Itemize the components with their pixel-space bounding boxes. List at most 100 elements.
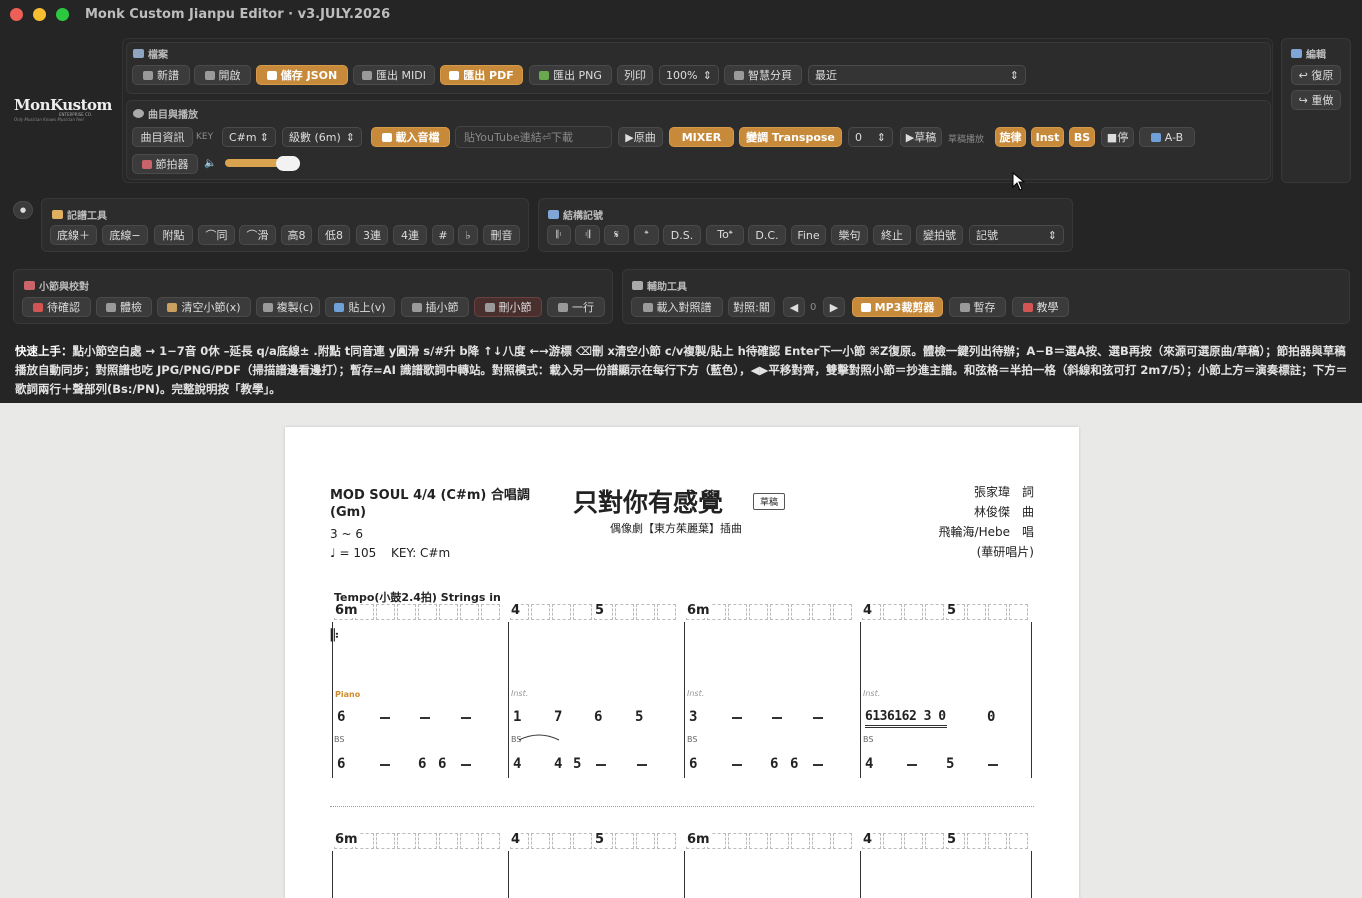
shift-right-button[interactable]: ▶ — [823, 297, 845, 317]
chord-cell[interactable] — [439, 604, 458, 620]
flat-button[interactable]: ♭ — [458, 225, 478, 245]
quadruplet-button[interactable]: 4連 — [393, 225, 427, 245]
stop-button[interactable]: ■停 — [1101, 127, 1134, 147]
chord-cell[interactable] — [967, 604, 986, 620]
shift-left-button[interactable]: ◀ — [783, 297, 805, 317]
play-original-button[interactable]: ▶原曲 — [618, 127, 663, 147]
grade-select[interactable]: 級數 (6m) ⇕ — [282, 127, 362, 147]
note[interactable]: 5 — [946, 756, 954, 772]
chord-cell[interactable] — [531, 604, 550, 620]
one-line-button[interactable]: 一行 — [547, 297, 605, 317]
recent-select[interactable]: 最近 ⇕ — [808, 65, 1026, 85]
health-check-button[interactable]: 體檢 — [96, 297, 152, 317]
export-midi-button[interactable]: 匯出 MIDI — [353, 65, 435, 85]
play-draft-button[interactable]: ▶草稿 — [900, 127, 942, 147]
chord-cell[interactable] — [460, 604, 479, 620]
underline-add-button[interactable]: 底線＋ — [50, 225, 97, 245]
chord-cell[interactable] — [657, 833, 676, 849]
export-png-button[interactable]: 匯出 PNG — [529, 65, 612, 85]
repeat-end-button[interactable]: 𝄇 — [575, 225, 600, 245]
time-signature-button[interactable]: 變拍號 — [916, 225, 963, 245]
volume-slider-thumb[interactable] — [276, 156, 300, 171]
chord-cell[interactable] — [904, 833, 923, 849]
bs-toggle[interactable]: BS — [1069, 127, 1095, 147]
smart-page-button[interactable]: 智慧分頁 — [724, 65, 802, 85]
melody-toggle[interactable]: 旋律 — [995, 127, 1026, 147]
chord-cell[interactable] — [791, 833, 810, 849]
new-button[interactable]: 新譜 — [132, 65, 190, 85]
minimize-window-button[interactable] — [33, 8, 46, 21]
chord-cell[interactable] — [439, 833, 458, 849]
paste-button[interactable]: 貼上(v) — [325, 297, 395, 317]
note[interactable]: 4 — [865, 756, 873, 772]
note[interactable]: 6 — [594, 709, 602, 725]
chord-cell[interactable] — [812, 833, 831, 849]
chord-cell[interactable] — [883, 604, 902, 620]
delete-note-button[interactable]: 刪音 — [483, 225, 520, 245]
note[interactable]: 6 — [418, 756, 426, 772]
chord-cell[interactable] — [615, 604, 634, 620]
tutorial-button[interactable]: 教學 — [1012, 297, 1069, 317]
clear-measure-button[interactable]: 清空小節(x) — [157, 297, 251, 317]
tie-button[interactable]: ⌒同 — [198, 225, 235, 245]
save-json-button[interactable]: 儲存 JSON — [256, 65, 348, 85]
chord-cell[interactable] — [925, 833, 944, 849]
note[interactable]: 4 — [554, 756, 562, 772]
note[interactable]: 6 — [790, 756, 798, 772]
chord-cell[interactable] — [988, 604, 1007, 620]
octave-up-button[interactable]: 高8 — [281, 225, 312, 245]
to-coda-button[interactable]: To𝄌 — [706, 225, 744, 245]
segno-button[interactable]: 𝄋 — [604, 225, 629, 245]
chord-cell[interactable] — [397, 833, 416, 849]
collapse-toggle-button[interactable]: ● — [13, 201, 33, 219]
export-pdf-button[interactable]: 匯出 PDF — [440, 65, 523, 85]
note[interactable]: 4 — [513, 756, 521, 772]
copy-button[interactable]: 複製(c) — [256, 297, 320, 317]
dc-button[interactable]: D.C. — [748, 225, 786, 245]
note[interactable]: 1 — [513, 709, 521, 725]
chord-cell[interactable] — [988, 833, 1007, 849]
undo-button[interactable]: ↩ 復原 — [1291, 65, 1341, 85]
chord-cell[interactable] — [636, 604, 655, 620]
chord-cell[interactable] — [531, 833, 550, 849]
chord-cell[interactable] — [376, 833, 395, 849]
phrase-button[interactable]: 樂句 — [831, 225, 868, 245]
delete-measure-button[interactable]: 刪小節 — [474, 297, 542, 317]
dot-button[interactable]: 附點 — [154, 225, 193, 245]
chord-cell[interactable] — [1009, 833, 1028, 849]
transpose-button[interactable]: 變調 Transpose — [739, 127, 842, 147]
chord-cell[interactable] — [481, 604, 500, 620]
chord-cell[interactable] — [573, 833, 592, 849]
chord-cell[interactable] — [925, 604, 944, 620]
chord-cell[interactable] — [376, 604, 395, 620]
coda-button[interactable]: 𝄌 — [634, 225, 659, 245]
note-group[interactable]: 6136162 3 0 — [865, 709, 946, 724]
sharp-button[interactable]: # — [432, 225, 454, 245]
pending-check-button[interactable]: 待確認 — [22, 297, 91, 317]
ds-button[interactable]: D.S. — [663, 225, 701, 245]
chord-cell[interactable] — [770, 833, 789, 849]
metronome-button[interactable]: 節拍器 — [132, 154, 198, 174]
note[interactable]: 6 — [689, 756, 697, 772]
redo-button[interactable]: ↪ 重做 — [1291, 90, 1341, 110]
zoom-window-button[interactable] — [56, 8, 69, 21]
chord-cell[interactable] — [636, 833, 655, 849]
note[interactable]: 0 — [987, 709, 995, 725]
triplet-button[interactable]: 3連 — [356, 225, 388, 245]
chord-cell[interactable] — [728, 604, 747, 620]
chord-cell[interactable] — [481, 833, 500, 849]
zoom-select[interactable]: 100% ⇕ — [659, 65, 719, 85]
chord-cell[interactable] — [418, 604, 437, 620]
youtube-url-input[interactable]: 貼YouTube連結⏎下載 — [455, 126, 612, 148]
score-sheet[interactable]: MOD SOUL 4/4 (C#m) 合唱調 (Gm) 3 ~ 6 ♩ = 10… — [285, 427, 1079, 898]
note[interactable]: 6 — [337, 756, 345, 772]
chord-cell[interactable] — [749, 833, 768, 849]
underline-remove-button[interactable]: 底線− — [102, 225, 148, 245]
chord-cell[interactable] — [552, 604, 571, 620]
chord-cell[interactable] — [615, 833, 634, 849]
chord-cell[interactable] — [657, 604, 676, 620]
chord-cell[interactable] — [967, 833, 986, 849]
note[interactable]: 5 — [573, 756, 581, 772]
repeat-start-button[interactable]: 𝄆 — [547, 225, 571, 245]
chord-cell[interactable] — [883, 833, 902, 849]
